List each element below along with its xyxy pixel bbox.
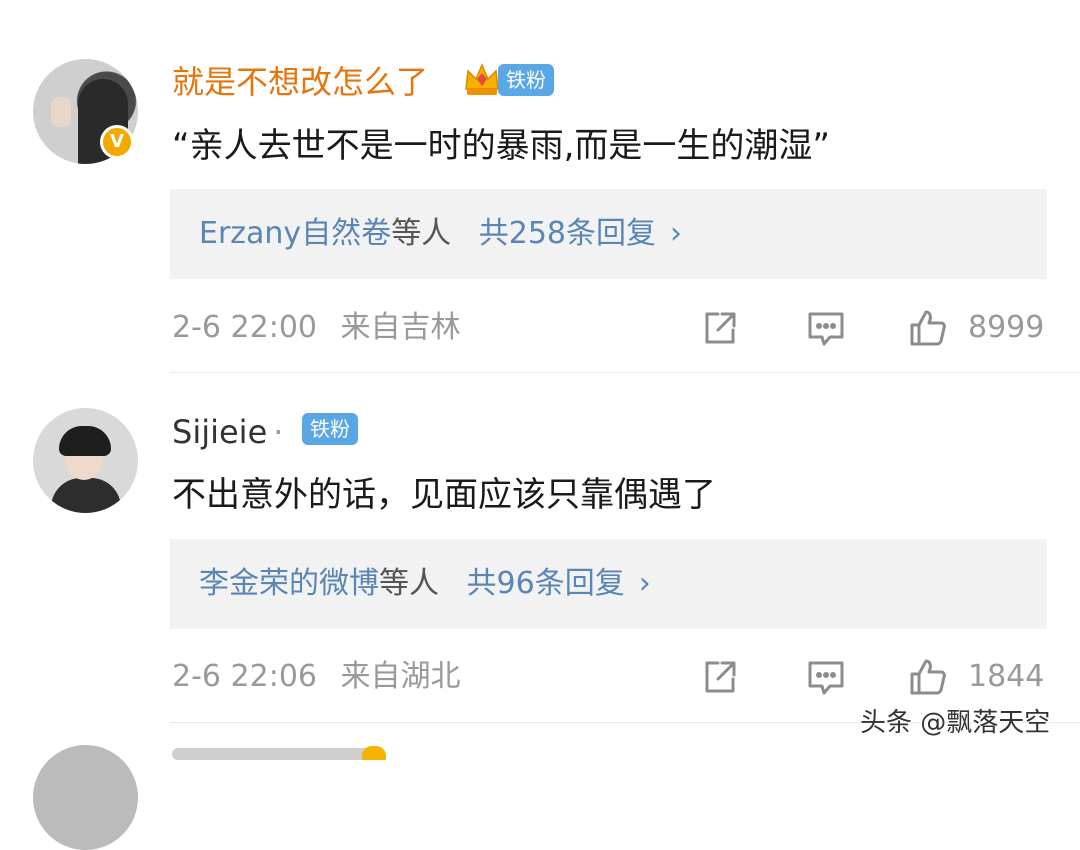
username[interactable]: Sijieie · xyxy=(172,412,283,452)
share-icon[interactable] xyxy=(700,308,740,348)
username-text[interactable]: Sijieie xyxy=(172,413,267,451)
fan-badge[interactable]: 铁粉 xyxy=(302,413,358,445)
comment-item: V 就是不想改怎么了 铁粉 “亲人去世不是一时的暴雨,而是一生的潮湿” Erza… xyxy=(0,0,1080,372)
reply-summary-text: 李金荣的微博等人 共96条回复 › xyxy=(199,561,651,607)
comment-date: 2-6 22:06 xyxy=(172,659,317,694)
avatar-hair xyxy=(59,426,111,456)
comment-text: 不出意外的话，见面应该只靠偶遇了 xyxy=(172,475,716,515)
share-icon[interactable] xyxy=(700,657,740,697)
crown-icon xyxy=(465,63,499,95)
avatar[interactable] xyxy=(33,745,138,850)
username[interactable]: 就是不想改怎么了 xyxy=(172,62,428,102)
comment-location: 来自湖北 xyxy=(340,659,461,694)
chevron-right-icon[interactable]: › xyxy=(639,566,651,601)
comment-icon[interactable] xyxy=(806,657,846,697)
reply-names[interactable]: Erzany自然卷 xyxy=(199,216,391,251)
username-partial[interactable] xyxy=(172,748,372,760)
avatar[interactable] xyxy=(33,408,138,513)
reply-summary[interactable]: Erzany自然卷等人 共258条回复 › xyxy=(170,189,1047,279)
like-count: 8999 xyxy=(968,310,1045,345)
comment-location: 来自吉林 xyxy=(340,310,461,345)
reply-count[interactable]: 共96条回复 xyxy=(467,566,625,601)
like-icon[interactable] xyxy=(908,657,948,697)
name-separator: · xyxy=(273,413,284,451)
reply-summary[interactable]: 李金荣的微博等人 共96条回复 › xyxy=(170,539,1047,629)
reply-count[interactable]: 共258条回复 xyxy=(479,216,656,251)
comment-date: 2-6 22:00 xyxy=(172,310,317,345)
comment-meta: 2-6 22:06 来自湖北 xyxy=(172,657,461,697)
watermark: 头条 @飘落天空 xyxy=(860,708,1051,738)
reply-summary-text: Erzany自然卷等人 共258条回复 › xyxy=(199,211,682,257)
fan-badge[interactable]: 铁粉 xyxy=(498,64,554,96)
like-icon[interactable] xyxy=(908,308,948,348)
reply-connector: 等人 xyxy=(379,566,439,601)
comment-meta: 2-6 22:00 来自吉林 xyxy=(172,308,461,348)
comment-icon[interactable] xyxy=(806,308,846,348)
avatar-hand xyxy=(51,97,71,127)
reply-connector: 等人 xyxy=(391,216,452,251)
verified-icon: V xyxy=(100,125,134,159)
crown-icon xyxy=(362,746,386,760)
like-count: 1844 xyxy=(968,659,1045,694)
comment-text: “亲人去世不是一时的暴雨,而是一生的潮湿” xyxy=(172,126,831,166)
chevron-right-icon[interactable]: › xyxy=(670,216,682,251)
reply-names[interactable]: 李金荣的微博 xyxy=(199,566,379,601)
avatar-body xyxy=(51,478,121,513)
